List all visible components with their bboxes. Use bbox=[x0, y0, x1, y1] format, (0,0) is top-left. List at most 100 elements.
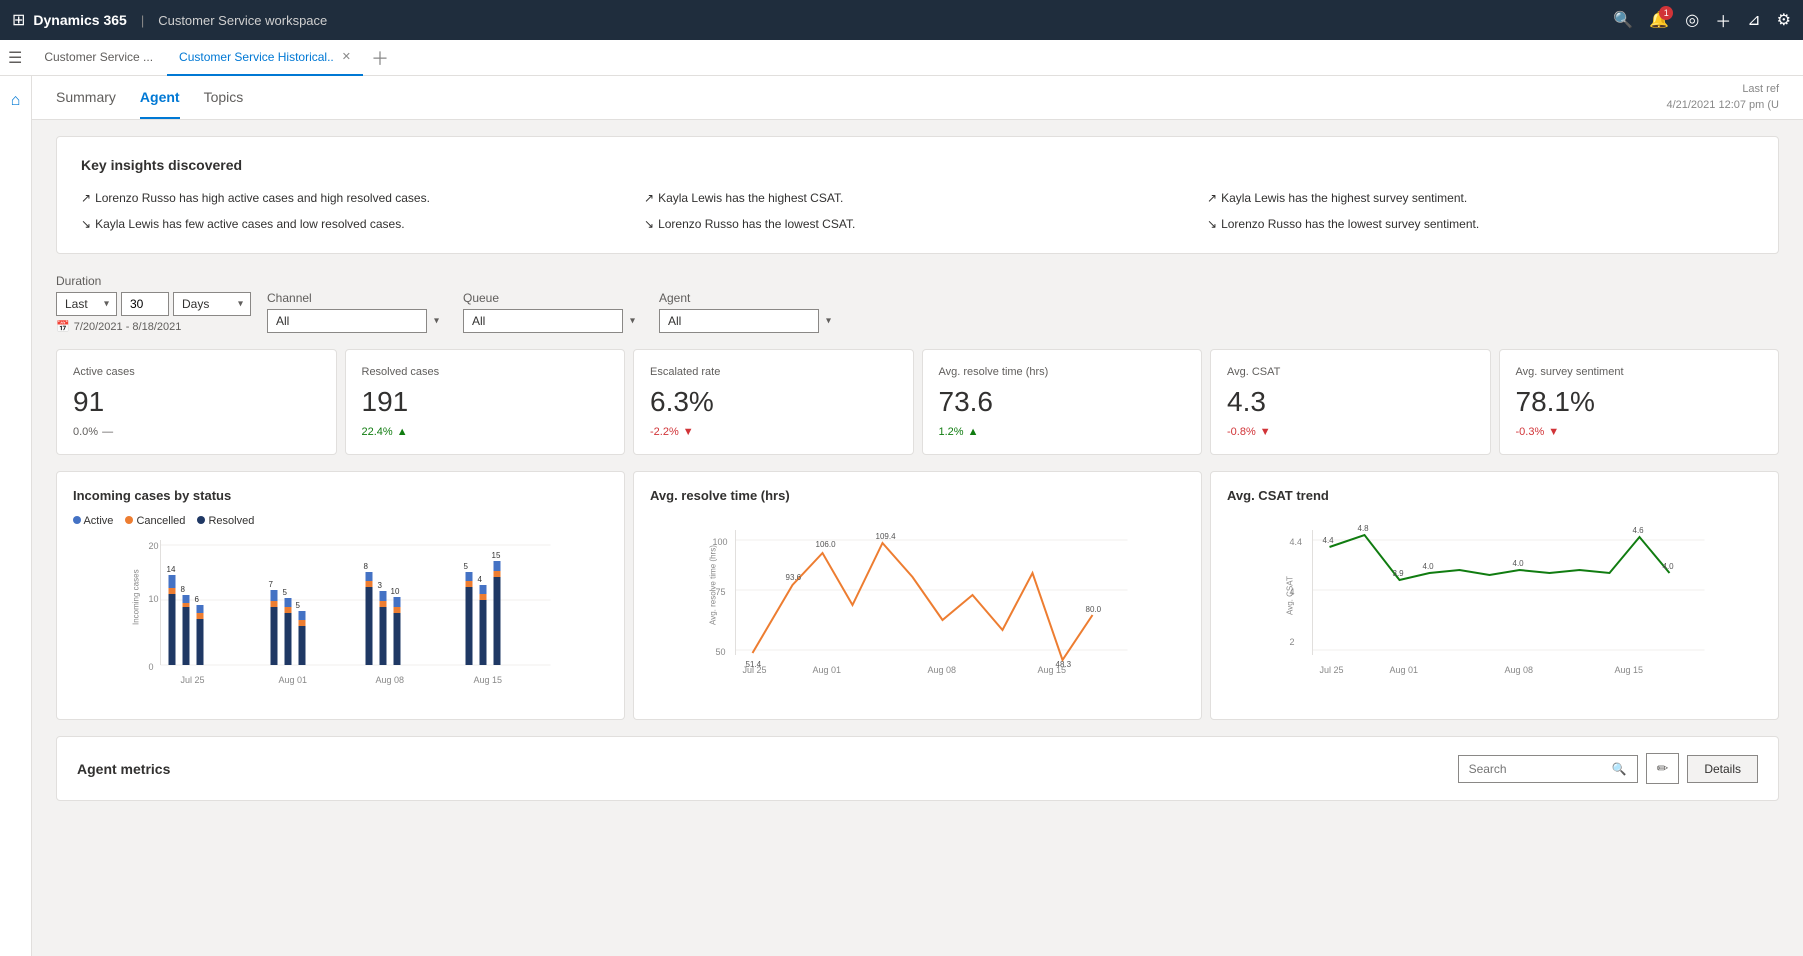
svg-text:Aug 01: Aug 01 bbox=[279, 675, 308, 685]
search-icon[interactable]: 🔍 bbox=[1613, 10, 1633, 30]
tab-historical[interactable]: Customer Service Historical.. ✕ bbox=[167, 40, 363, 76]
search-bar-wrap: 🔍 ✏ Details bbox=[1458, 753, 1758, 784]
svg-text:Aug 08: Aug 08 bbox=[376, 675, 405, 685]
grid-icon[interactable]: ⊞ bbox=[12, 10, 25, 30]
resolve-time-chart: Avg. resolve time (hrs) 100 75 50 bbox=[633, 471, 1202, 720]
svg-text:106.0: 106.0 bbox=[816, 540, 837, 549]
details-button[interactable]: Details bbox=[1687, 755, 1758, 783]
kpi-change-5: -0.3% ▼ bbox=[1516, 426, 1763, 438]
kpi-indicator-0: — bbox=[102, 426, 113, 438]
sidebar: ⌂ bbox=[0, 76, 32, 956]
tab-close-icon[interactable]: ✕ bbox=[342, 50, 351, 63]
svg-text:4.6: 4.6 bbox=[1633, 526, 1645, 535]
csat-trend-svg: 4.4 4 2 4.4 4.8 3.9 bbox=[1227, 515, 1762, 700]
insight-arrow-3: ↘ bbox=[644, 217, 654, 231]
kpi-change-2: -2.2% ▼ bbox=[650, 426, 897, 438]
page-header: Summary Agent Topics Last ref 4/21/2021 … bbox=[32, 76, 1803, 120]
svg-text:0: 0 bbox=[149, 662, 154, 672]
insight-arrow-4: ↗ bbox=[1207, 191, 1217, 205]
edit-icon-button[interactable]: ✏ bbox=[1646, 753, 1680, 784]
svg-text:Aug 01: Aug 01 bbox=[1390, 665, 1419, 675]
filter-agent: Agent All bbox=[659, 291, 839, 333]
svg-text:3: 3 bbox=[378, 581, 383, 590]
legend-dot-resolved bbox=[197, 516, 205, 524]
svg-text:14: 14 bbox=[167, 565, 176, 574]
legend-dot-cancelled bbox=[125, 516, 133, 524]
svg-text:Avg. resolve time (hrs): Avg. resolve time (hrs) bbox=[709, 545, 718, 625]
last-refresh: Last ref 4/21/2021 12:07 pm (U bbox=[1666, 82, 1779, 113]
incoming-cases-chart: Incoming cases by status Active Cancelle… bbox=[56, 471, 625, 720]
insight-arrow-2: ↗ bbox=[644, 191, 654, 205]
kpi-active-cases: Active cases 91 0.0% — bbox=[56, 349, 337, 455]
home-icon[interactable]: ⌂ bbox=[11, 84, 21, 118]
svg-text:4.4: 4.4 bbox=[1290, 537, 1303, 547]
svg-text:Aug 15: Aug 15 bbox=[1615, 665, 1644, 675]
duration-period-select[interactable]: Days Weeks Months bbox=[173, 292, 251, 316]
kpi-csat: Avg. CSAT 4.3 -0.8% ▼ bbox=[1210, 349, 1491, 455]
svg-text:2: 2 bbox=[1290, 637, 1295, 647]
page-tabs: Summary Agent Topics bbox=[56, 77, 243, 119]
kpi-change-0: 0.0% — bbox=[73, 426, 320, 438]
insight-arrow-5: ↘ bbox=[1207, 217, 1217, 231]
filter-icon[interactable]: ⊿ bbox=[1747, 10, 1760, 30]
agent-metrics-bar: Agent metrics 🔍 ✏ Details bbox=[56, 736, 1779, 801]
svg-text:4.8: 4.8 bbox=[1358, 524, 1370, 533]
tab-summary[interactable]: Summary bbox=[56, 77, 116, 119]
target-icon[interactable]: ◎ bbox=[1685, 10, 1699, 30]
svg-text:4.4: 4.4 bbox=[1323, 536, 1335, 545]
svg-text:Aug 15: Aug 15 bbox=[474, 675, 503, 685]
kpi-change-1: 22.4% ▲ bbox=[362, 426, 609, 438]
main-content: Summary Agent Topics Last ref 4/21/2021 … bbox=[32, 76, 1803, 956]
content-area: Key insights discovered ↗ Lorenzo Russo … bbox=[32, 120, 1803, 817]
csat-trend-chart: Avg. CSAT trend 4.4 4 2 bbox=[1210, 471, 1779, 720]
insight-item-0: ↗ Lorenzo Russo has high active cases an… bbox=[81, 189, 628, 207]
queue-select[interactable]: All bbox=[463, 309, 623, 333]
search-box: 🔍 bbox=[1458, 755, 1638, 783]
kpi-indicator-2: ▼ bbox=[683, 426, 694, 438]
filter-queue: Queue All bbox=[463, 291, 643, 333]
kpi-change-3: 1.2% ▲ bbox=[939, 426, 1186, 438]
top-nav: ⊞ Dynamics 365 | Customer Service worksp… bbox=[0, 0, 1803, 40]
insights-grid: ↗ Lorenzo Russo has high active cases an… bbox=[81, 189, 1754, 233]
search-icon: 🔍 bbox=[1612, 762, 1627, 776]
svg-text:93.6: 93.6 bbox=[786, 573, 802, 582]
tab-customer-service[interactable]: Customer Service ... bbox=[32, 40, 165, 76]
workspace-title: Customer Service workspace bbox=[158, 13, 327, 28]
kpi-indicator-3: ▲ bbox=[968, 426, 979, 438]
svg-text:10: 10 bbox=[391, 587, 400, 596]
app-body: ⌂ Summary Agent Topics Last ref 4/21/202… bbox=[0, 76, 1803, 956]
plus-icon[interactable]: ＋ bbox=[1715, 8, 1731, 32]
svg-text:20: 20 bbox=[149, 541, 159, 551]
tab-add-icon[interactable]: ＋ bbox=[365, 45, 395, 71]
duration-type-select[interactable]: Last This bbox=[56, 292, 117, 316]
svg-text:Aug 08: Aug 08 bbox=[928, 665, 957, 675]
resolve-time-svg: 100 75 50 51.4 93.6 bbox=[650, 515, 1185, 700]
settings-icon[interactable]: ⚙ bbox=[1777, 10, 1791, 30]
tab-agent[interactable]: Agent bbox=[140, 77, 180, 119]
tab-topics[interactable]: Topics bbox=[204, 77, 244, 119]
legend-dot-active bbox=[73, 516, 81, 524]
insight-item-5: ↘ Lorenzo Russo has the lowest survey se… bbox=[1207, 215, 1754, 233]
legend-cancelled: Cancelled bbox=[125, 515, 185, 527]
app-title: Dynamics 365 bbox=[33, 12, 126, 28]
duration-number-input[interactable] bbox=[121, 292, 169, 316]
svg-text:4.0: 4.0 bbox=[1423, 562, 1435, 571]
agent-select[interactable]: All bbox=[659, 309, 819, 333]
kpi-escalated-rate: Escalated rate 6.3% -2.2% ▼ bbox=[633, 349, 914, 455]
insight-item-2: ↗ Kayla Lewis has the highest CSAT. bbox=[644, 189, 1191, 207]
insight-item-3: ↘ Lorenzo Russo has the lowest CSAT. bbox=[644, 215, 1191, 233]
svg-text:8: 8 bbox=[181, 585, 186, 594]
svg-text:Jul 25: Jul 25 bbox=[1320, 665, 1344, 675]
channel-select[interactable]: All bbox=[267, 309, 427, 333]
hamburger-icon[interactable]: ☰ bbox=[8, 48, 22, 68]
svg-text:80.0: 80.0 bbox=[1086, 605, 1102, 614]
bell-icon[interactable]: 🔔 1 bbox=[1649, 10, 1669, 30]
filter-duration: Duration Last This Days Week bbox=[56, 274, 251, 333]
filter-channel: Channel All bbox=[267, 291, 447, 333]
chart-row: Incoming cases by status Active Cancelle… bbox=[56, 471, 1779, 720]
svg-text:7: 7 bbox=[269, 580, 274, 589]
tab-bar: ☰ Customer Service ... Customer Service … bbox=[0, 40, 1803, 76]
kpi-indicator-1: ▲ bbox=[397, 426, 408, 438]
kpi-indicator-4: ▼ bbox=[1260, 426, 1271, 438]
search-input[interactable] bbox=[1469, 762, 1604, 776]
